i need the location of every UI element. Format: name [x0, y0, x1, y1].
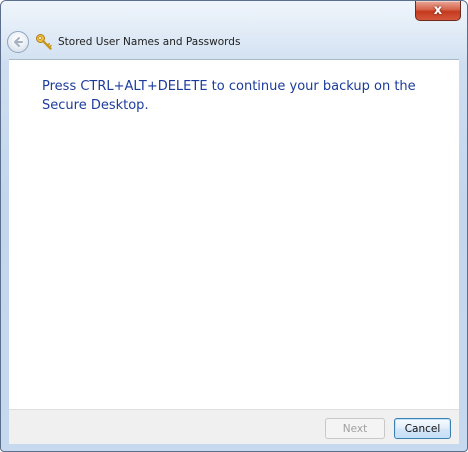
- dialog-title: Stored User Names and Passwords: [58, 36, 241, 48]
- close-icon: x: [433, 3, 443, 18]
- button-bar: Next Cancel: [9, 409, 459, 444]
- instruction-message: Press CTRL+ALT+DELETE to continue your b…: [42, 79, 416, 113]
- cancel-button[interactable]: Cancel: [394, 418, 451, 439]
- next-button[interactable]: Next: [325, 418, 385, 439]
- dialog-window: x Stored User Names and Passwords Press …: [0, 0, 468, 452]
- key-icon: [36, 34, 52, 50]
- back-button[interactable]: [7, 31, 29, 53]
- close-button[interactable]: x: [415, 1, 461, 21]
- back-arrow-icon: [14, 37, 23, 47]
- content-pane: Press CTRL+ALT+DELETE to continue your b…: [9, 59, 459, 409]
- navigation-bar: Stored User Names and Passwords: [7, 30, 240, 54]
